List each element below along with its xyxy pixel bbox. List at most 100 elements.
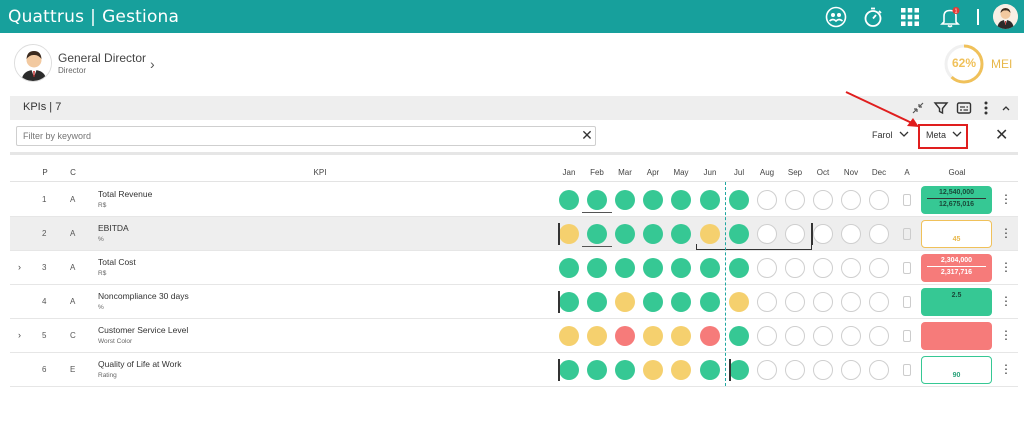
status-dot-aug[interactable] [757,360,777,380]
kpi-name[interactable]: Total Cost [98,257,136,267]
kpi-name[interactable]: Quality of Life at Work [98,359,181,369]
status-dot-apr[interactable] [643,360,663,380]
status-dot-may[interactable] [671,190,691,210]
status-dot-apr[interactable] [643,190,663,210]
filter-icon[interactable] [933,100,949,116]
status-dot-may[interactable] [671,360,691,380]
status-dot-dec[interactable] [869,190,889,210]
chevron-up-icon[interactable] [998,100,1014,116]
status-dot-may[interactable] [671,292,691,312]
status-dot-aug[interactable] [757,190,777,210]
goal-badge[interactable]: 2,304,000 2,317,716 [921,254,992,282]
status-dot-mar[interactable] [615,292,635,312]
meeting-icon[interactable] [825,6,847,28]
status-dot-dec[interactable] [869,224,889,244]
filter-keyword-input[interactable] [16,126,596,146]
status-dot-aug[interactable] [757,258,777,278]
status-dot-jan[interactable] [559,190,579,210]
status-dot-jun[interactable] [700,360,720,380]
status-dot-apr[interactable] [643,326,663,346]
table-row[interactable]: 6 E Quality of Life at Work Rating 90 ⋮ [10,353,1018,387]
expand-row-icon[interactable]: › [18,262,21,272]
status-dot-may[interactable] [671,224,691,244]
status-dot-jun[interactable] [700,326,720,346]
status-dot-jul[interactable] [729,292,749,312]
close-filter-icon[interactable]: ✕ [995,128,1008,144]
attachment-icon[interactable] [903,262,911,274]
status-dot-nov[interactable] [841,258,861,278]
status-dot-aug[interactable] [757,224,777,244]
status-dot-dec[interactable] [869,326,889,346]
kpi-name[interactable]: Total Revenue [98,189,152,199]
goal-badge[interactable]: 12,540,000 12,675,016 [921,186,992,214]
attachment-icon[interactable] [903,364,911,376]
profile-header[interactable]: General Director Director › [14,44,514,86]
status-dot-sep[interactable] [785,258,805,278]
status-dot-sep[interactable] [785,292,805,312]
stopwatch-icon[interactable] [862,6,884,28]
status-dot-oct[interactable] [813,258,833,278]
status-dot-apr[interactable] [643,258,663,278]
status-dot-aug[interactable] [757,292,777,312]
status-dot-sep[interactable] [785,224,805,244]
status-dot-feb[interactable] [587,326,607,346]
table-row[interactable]: › 3 A Total Cost R$ 2,304,000 2,317,716 ⋮ [10,251,1018,285]
status-dot-oct[interactable] [813,326,833,346]
goal-badge[interactable]: 45 [921,220,992,248]
status-dot-jun[interactable] [700,224,720,244]
status-dot-nov[interactable] [841,326,861,346]
caption-icon[interactable] [956,100,972,116]
status-dot-jul[interactable] [729,326,749,346]
status-dot-oct[interactable] [813,224,833,244]
status-dot-mar[interactable] [615,326,635,346]
status-dot-nov[interactable] [841,292,861,312]
status-dot-nov[interactable] [841,360,861,380]
status-dot-may[interactable] [671,326,691,346]
status-dot-sep[interactable] [785,360,805,380]
kpi-name[interactable]: Noncompliance 30 days [98,291,189,301]
clear-filter-icon[interactable]: ✕ [580,128,594,142]
status-dot-feb[interactable] [587,224,607,244]
attachment-icon[interactable] [903,194,911,206]
status-dot-mar[interactable] [615,360,635,380]
status-dot-jun[interactable] [700,292,720,312]
chevron-right-icon[interactable]: › [150,56,155,72]
apps-grid-icon[interactable] [899,6,921,28]
status-dot-sep[interactable] [785,326,805,346]
status-dot-oct[interactable] [813,190,833,210]
notification-bell-icon[interactable]: 1 [939,6,961,28]
status-dot-jun[interactable] [700,258,720,278]
status-dot-dec[interactable] [869,292,889,312]
status-dot-jan[interactable] [559,258,579,278]
goal-badge[interactable] [921,322,992,350]
status-dot-oct[interactable] [813,360,833,380]
more-vert-icon[interactable]: ⋮ [1000,193,1012,205]
status-dot-jan[interactable] [559,326,579,346]
status-dot-apr[interactable] [643,292,663,312]
user-avatar-icon[interactable] [993,4,1018,29]
kpi-name[interactable]: EBITDA [98,223,129,233]
status-dot-feb[interactable] [587,292,607,312]
status-dot-jan[interactable] [559,224,579,244]
attachment-icon[interactable] [903,296,911,308]
status-dot-jul[interactable] [729,258,749,278]
status-dot-aug[interactable] [757,326,777,346]
status-dot-feb[interactable] [587,360,607,380]
attachment-icon[interactable] [903,330,911,342]
goal-badge[interactable]: 2.5 [921,288,992,316]
table-row[interactable]: 2 A EBITDA% 45 ⋮ [10,217,1018,251]
status-dot-nov[interactable] [841,190,861,210]
more-vert-icon[interactable] [978,100,994,116]
status-dot-jan[interactable] [559,292,579,312]
table-row[interactable]: 1 A Total Revenue R$ 12,540,000 12,675,016 ⋮ [10,183,1018,217]
status-dot-nov[interactable] [841,224,861,244]
status-dot-oct[interactable] [813,292,833,312]
status-dot-sep[interactable] [785,190,805,210]
status-dot-apr[interactable] [643,224,663,244]
status-dot-dec[interactable] [869,360,889,380]
more-vert-icon[interactable]: ⋮ [1000,363,1012,375]
expand-row-icon[interactable]: › [18,330,21,340]
status-dot-may[interactable] [671,258,691,278]
more-vert-icon[interactable]: ⋮ [1000,261,1012,273]
status-dot-mar[interactable] [615,190,635,210]
